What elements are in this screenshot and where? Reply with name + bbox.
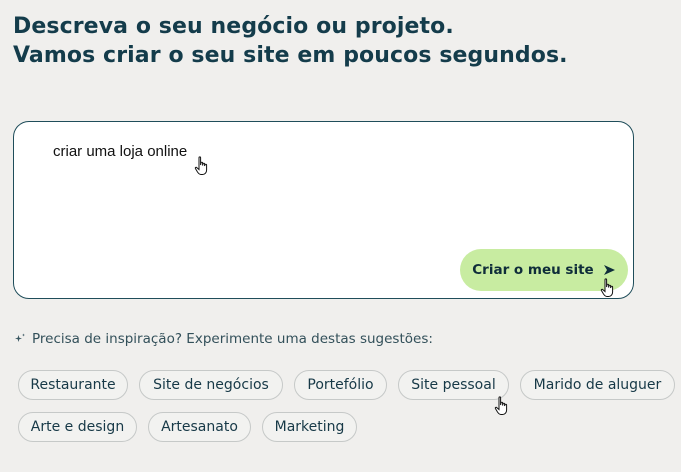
suggestion-chip-site-de-negocios[interactable]: Site de negócios xyxy=(139,370,283,400)
page-heading: Descreva o seu negócio ou projeto. Vamos… xyxy=(13,12,568,70)
heading-line-1: Descreva o seu negócio ou projeto. xyxy=(13,14,454,39)
suggestion-chip-portefolio[interactable]: Portefólio xyxy=(294,370,387,400)
hand-cursor-icon xyxy=(194,156,210,176)
sparkle-icon xyxy=(14,333,26,345)
arrow-right-icon xyxy=(603,264,616,276)
hand-cursor-icon xyxy=(494,396,510,416)
inspiration-hint-text: Precisa de inspiração? Experimente uma d… xyxy=(32,331,433,347)
suggestion-chip-artesanato[interactable]: Artesanato xyxy=(148,412,251,442)
suggestion-chip-site-pessoal[interactable]: Site pessoal xyxy=(398,370,509,400)
suggestion-chip-marketing[interactable]: Marketing xyxy=(262,412,357,442)
suggestion-chip-marido-de-aluguer[interactable]: Marido de aluguer xyxy=(520,370,675,400)
inspiration-hint: Precisa de inspiração? Experimente uma d… xyxy=(14,331,433,347)
description-textarea[interactable]: criar uma loja online Criar o meu site xyxy=(13,121,634,299)
suggestion-chip-restaurante[interactable]: Restaurante xyxy=(18,370,128,400)
hand-cursor-icon xyxy=(600,278,616,298)
description-input-value[interactable]: criar uma loja online xyxy=(53,143,187,160)
suggestion-chip-arte-e-design[interactable]: Arte e design xyxy=(18,412,137,442)
create-site-button-label: Criar o meu site xyxy=(472,262,594,278)
heading-line-2: Vamos criar o seu site em poucos segundo… xyxy=(13,43,568,68)
